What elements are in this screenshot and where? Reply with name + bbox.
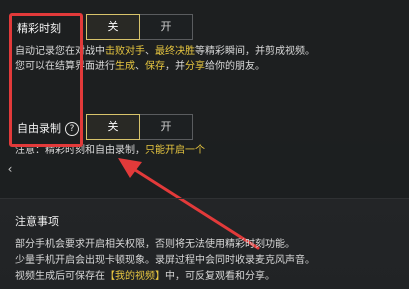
notes-line-3: 视频生成后可保存在【我的视频】中，可反复观看和分享。: [15, 267, 275, 282]
recording-settings-screen: 精彩时刻 关 开 自动记录您在对战中击败对手、最终决胜等精彩瞬间，并剪成视频。 …: [0, 0, 409, 289]
notes-line-3-suffix: 中，可反复观看和分享。: [165, 271, 275, 282]
notes-title: 注意事项: [15, 215, 59, 228]
my-videos-link[interactable]: 【我的视频】: [105, 271, 165, 282]
section-divider: [0, 198, 409, 199]
notes-line-2: 少量手机开启会出现卡顿现象。录屏过程中会同时收录麦克风声音。: [15, 255, 315, 266]
notes-line-3-prefix: 视频生成后可保存在: [15, 271, 105, 282]
notes-line-1: 部分手机会要求开启相关权限，否则将无法使用精彩时刻功能。: [15, 239, 295, 250]
